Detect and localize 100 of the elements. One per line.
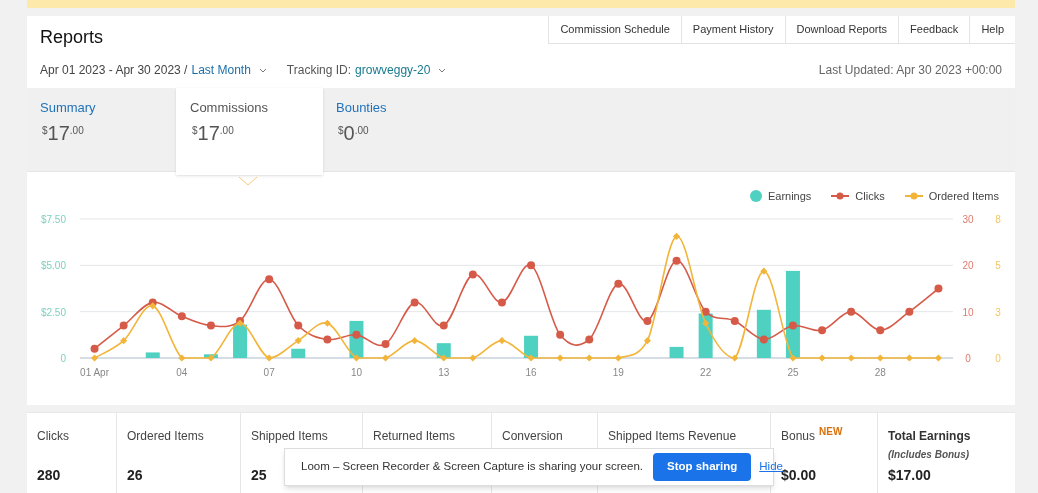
axis-label: 04 [176, 367, 188, 378]
point [876, 326, 885, 335]
nav-tab[interactable]: Payment History [680, 16, 785, 44]
axis-label: 01 Apr [80, 367, 109, 378]
point [556, 354, 564, 362]
point [177, 312, 186, 321]
point [876, 354, 884, 362]
stat-value: $17.00 [888, 466, 931, 485]
nav-tab[interactable]: Commission Schedule [548, 16, 681, 44]
point [527, 354, 535, 362]
nav-tab[interactable]: Download Reports [784, 16, 899, 44]
point [847, 354, 855, 362]
point [527, 261, 536, 270]
axis-label: 10 [350, 367, 362, 378]
stat-label: Ordered Items [127, 428, 204, 445]
axis-label: 20 [962, 260, 974, 272]
point [818, 354, 826, 362]
axis-label: 3 [995, 306, 1001, 318]
tab-label: Commissions [190, 99, 269, 117]
bar [756, 309, 771, 358]
point [759, 335, 768, 344]
point [265, 275, 274, 284]
share-message: Loom – Screen Recorder & Screen Capture is sharing your screen. [301, 459, 643, 475]
nav-tab[interactable]: Help [969, 16, 1015, 44]
point [294, 337, 302, 345]
period-dropdown[interactable]: Last Month [191, 61, 267, 79]
stat-label: Returned Items [373, 428, 456, 445]
axis-label: 0 [995, 353, 1001, 364]
stat-label: Clicks [37, 428, 69, 445]
legend-line-icon [831, 192, 850, 200]
point [178, 354, 186, 362]
point [556, 330, 565, 339]
point [294, 321, 303, 330]
axis-label: 10 [962, 306, 974, 318]
chevron-icon [438, 67, 447, 73]
stat-label: Bonus [781, 428, 816, 445]
point [585, 354, 593, 362]
point [673, 232, 681, 240]
axis-label: 13 [438, 367, 450, 378]
stat-label: Shipped Items Revenue [608, 428, 737, 445]
axis-label: 07 [263, 367, 275, 378]
legend-label: Ordered Items [928, 188, 999, 204]
point [352, 354, 360, 362]
point [701, 307, 710, 316]
legend-line-icon [904, 192, 923, 200]
point [934, 354, 942, 362]
point [468, 270, 477, 279]
point [731, 354, 739, 362]
axis-label: 22 [700, 367, 712, 378]
axis-label: $7.50 [40, 214, 66, 225]
point [410, 298, 419, 307]
point [818, 326, 827, 335]
axis-label: 8 [995, 214, 1001, 225]
bar [233, 324, 248, 358]
stat-value: 25 [251, 466, 267, 485]
point [498, 337, 506, 345]
point [90, 344, 99, 353]
point [119, 321, 128, 330]
point [323, 319, 331, 327]
axis-label: $5.00 [40, 260, 66, 272]
point [788, 321, 797, 330]
point [382, 354, 390, 362]
axis-label: 25 [787, 367, 799, 378]
point [352, 330, 361, 339]
point [207, 354, 215, 362]
bar [524, 335, 539, 358]
point [643, 316, 652, 325]
stat-value: 280 [37, 466, 61, 485]
stat-label: Total Earnings [888, 428, 971, 445]
axis-label: 19 [612, 367, 624, 378]
point [934, 284, 943, 293]
point [411, 337, 419, 345]
point [847, 307, 856, 316]
bar [669, 346, 684, 358]
point [905, 307, 914, 316]
point [643, 337, 651, 345]
axis-label: 30 [962, 214, 974, 225]
chevron-icon [258, 67, 267, 73]
stat-value: 26 [127, 466, 143, 485]
stat-label: Conversion [502, 428, 563, 445]
point [323, 335, 332, 344]
point [730, 316, 739, 325]
point [381, 340, 390, 349]
point [206, 321, 215, 330]
stop-sharing-button[interactable]: Stop sharing [653, 453, 752, 481]
axis-label: 0 [965, 353, 971, 364]
tracking-label: Tracking ID: [286, 62, 352, 79]
axis-label: 0 [60, 353, 66, 364]
tracking-dropdown[interactable]: growveggy-20 [355, 61, 447, 79]
point [497, 298, 506, 307]
point [905, 354, 913, 362]
point [614, 354, 622, 362]
stat-value: $0.00 [781, 467, 817, 485]
stat-note: (Includes Bonus) [888, 448, 971, 462]
point [789, 354, 797, 362]
nav-tab[interactable]: Feedback [898, 16, 970, 44]
point [614, 279, 623, 288]
axis-label: $2.50 [40, 306, 66, 318]
point [702, 319, 710, 327]
new-label: NEW [819, 425, 843, 439]
